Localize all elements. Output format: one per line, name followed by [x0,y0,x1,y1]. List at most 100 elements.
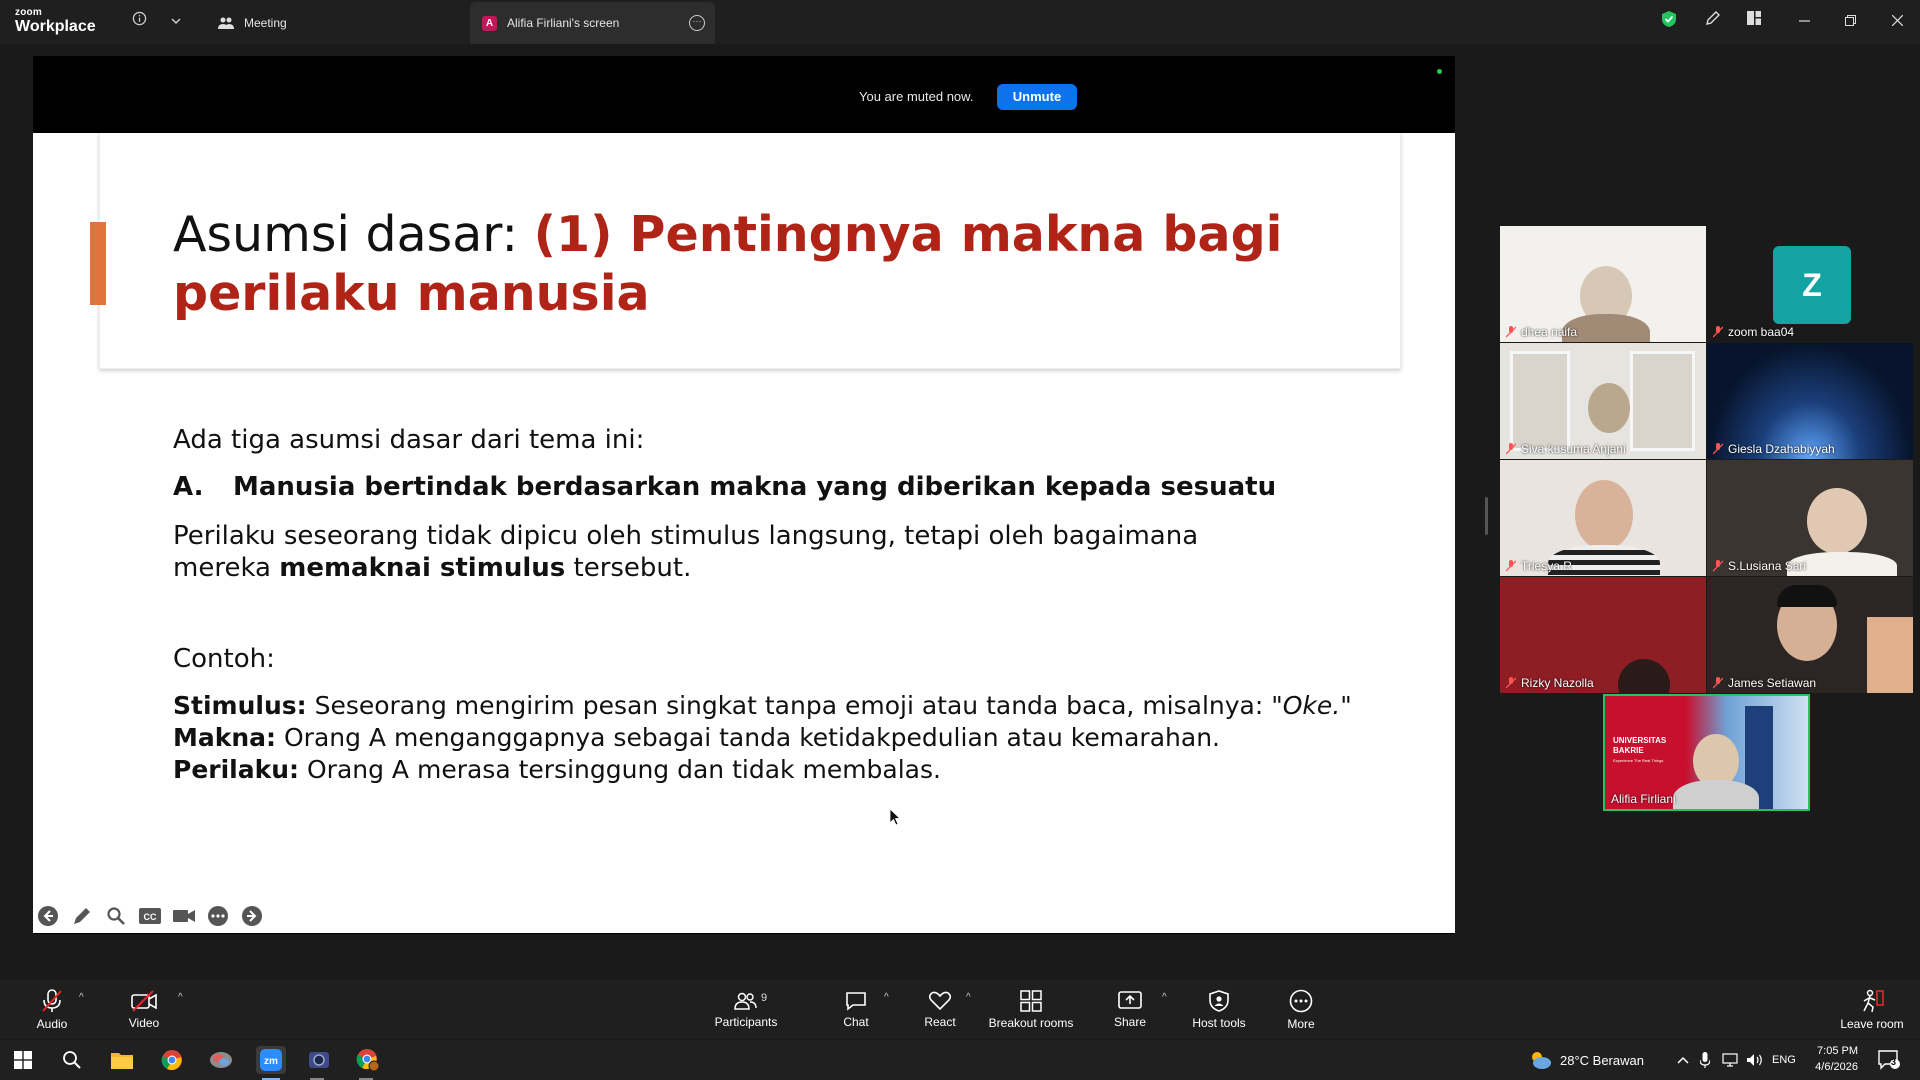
mic-muted-icon [1713,560,1723,572]
participant-tile-active-speaker[interactable]: UNIVERSITAS BAKRIE Experience The Real T… [1603,694,1810,811]
shield-check-icon[interactable] [1658,10,1680,32]
microphone-icon[interactable] [1700,1040,1710,1080]
notifications-icon[interactable]: 3 [1878,1040,1900,1080]
examples: Stimulus: Seseorang mengirim pesan singk… [173,690,1373,786]
participants-button[interactable]: Participants [711,980,781,1039]
gallery-resize-handle[interactable] [1485,497,1488,535]
participant-tile[interactable]: Rizky Nazolla [1500,577,1706,693]
tab-meeting[interactable]: Meeting [218,2,468,44]
weather-text: 28°C Berawan [1560,1052,1644,1068]
participant-tile[interactable]: Triesya R [1500,460,1706,576]
people-icon [734,992,757,1010]
desc-bold: memaknai stimulus [279,553,566,583]
mic-muted-icon [42,988,62,1012]
taskbar-clock[interactable]: 7:05 PM 4/6/2026 [1815,1043,1858,1075]
contoh-heading: Contoh: [173,644,275,674]
chevron-up-icon[interactable]: ^ [178,992,183,1003]
layout-icon[interactable] [1743,10,1765,32]
chat-label: Chat [843,1014,869,1029]
unmute-button[interactable]: Unmute [997,84,1077,110]
participant-tile[interactable]: James Setiawan [1707,577,1913,693]
captions-icon[interactable]: CC [137,904,163,928]
tab-shared-screen[interactable]: A Alifia Firliani's screen ··· [470,2,715,44]
participants-label: Participants [714,1014,778,1029]
weather-widget[interactable]: 28°C Berawan [1528,1040,1644,1080]
video-feed [1588,383,1630,433]
notification-count: 3 [1891,1057,1897,1067]
chevron-up-icon[interactable]: ^ [966,992,971,1003]
search-icon[interactable] [58,1046,86,1074]
participant-name: Rizky Nazolla [1521,676,1594,690]
previous-slide-icon[interactable] [35,904,61,928]
heart-icon [928,991,952,1010]
language-indicator[interactable]: ENG [1772,1040,1796,1080]
restore-icon[interactable] [1835,10,1865,32]
clock-time: 7:05 PM [1817,1045,1858,1057]
camera-app-icon[interactable] [305,1046,333,1074]
camera-off-icon [131,989,157,1012]
pen-icon[interactable] [1702,10,1724,32]
muted-text: You are muted now. [859,89,974,104]
chrome-profile-icon[interactable] [354,1046,382,1074]
chrome-icon[interactable] [158,1046,186,1074]
participant-label: James Setiawan [1713,676,1816,690]
breakout-rooms-button[interactable]: Breakout rooms [986,980,1076,1039]
participant-tile[interactable]: S.Lusiana Sari [1707,460,1913,576]
svg-text:CC: CC [144,912,157,922]
more-options-icon[interactable] [205,904,231,928]
info-icon[interactable] [128,10,150,32]
close-icon[interactable] [1882,10,1912,32]
participant-tile[interactable]: Siva kusuma Anjani [1500,343,1706,459]
ex2-text: Orang A menganggapnya sebagai tanda keti… [276,723,1220,752]
minimize-icon[interactable] [1789,10,1819,32]
chevron-down-icon[interactable] [165,10,187,32]
more-options-icon[interactable]: ··· [689,15,705,31]
participant-label: Siva kusuma Anjani [1506,442,1626,456]
next-slide-icon[interactable] [239,904,265,928]
avatar: Z [1773,246,1851,324]
shield-icon [1209,989,1229,1012]
chevron-up-icon[interactable]: ^ [884,992,889,1003]
mic-muted-icon [1506,326,1516,338]
file-explorer-icon[interactable] [108,1046,136,1074]
chevron-up-icon[interactable] [1677,1040,1689,1080]
chat-button[interactable]: Chat [836,980,876,1039]
participants-count: 9 [761,992,768,1004]
ex3-label: Perilaku: [173,755,300,784]
zoom-icon[interactable] [103,904,129,928]
more-button[interactable]: More [1281,980,1321,1039]
zoom-workplace-logo: zoom Workplace [15,7,96,35]
chevron-up-icon[interactable]: ^ [79,992,84,1003]
audio-button[interactable]: Audio [32,980,72,1039]
description: Perilaku seseorang tidak dipicu oleh sti… [173,520,1273,584]
audio-label: Audio [36,1016,68,1031]
mic-muted-icon [1713,677,1723,689]
volume-icon[interactable] [1746,1040,1764,1080]
video-feed [1867,617,1913,693]
participant-label: Giesla Dzahabiyyah [1713,442,1835,456]
camera-icon[interactable] [171,904,197,928]
zoom-app-icon[interactable]: zm [256,1046,286,1074]
muted-notification: You are muted now. Unmute [33,56,1455,133]
react-button[interactable]: React [920,980,960,1039]
video-button[interactable]: Video [124,980,164,1039]
share-button[interactable]: Share [1110,980,1150,1039]
windows-start-icon[interactable] [9,1046,37,1074]
example-makna: Makna: Orang A menganggapnya sebagai tan… [173,722,1373,754]
chevron-up-icon[interactable]: ^ [1162,992,1167,1003]
host-tools-button[interactable]: Host tools [1186,980,1252,1039]
leave-room-button[interactable]: Leave room [1838,980,1906,1039]
user-badge: A [482,15,497,31]
breakout-label: Breakout rooms [988,1015,1074,1030]
participant-name: S.Lusiana Sari [1728,559,1807,573]
meeting-controls: Audio ^ Video ^ Participants 9 Chat ^ Re… [0,980,1920,1039]
participant-tile[interactable]: Giesla Dzahabiyyah [1707,343,1913,459]
participant-tile[interactable]: dhea naifa [1500,226,1706,342]
title-bar: zoom Workplace Meeting A Alifia Firliani… [0,0,1920,44]
network-icon[interactable] [1722,1040,1738,1080]
point-a: A. Manusia bertindak berdasarkan makna ya… [173,472,1276,502]
slideshow-toolbar: CC [35,904,265,928]
app-icon[interactable] [207,1046,235,1074]
leave-label: Leave room [1840,1016,1904,1031]
pen-tool-icon[interactable] [69,904,95,928]
